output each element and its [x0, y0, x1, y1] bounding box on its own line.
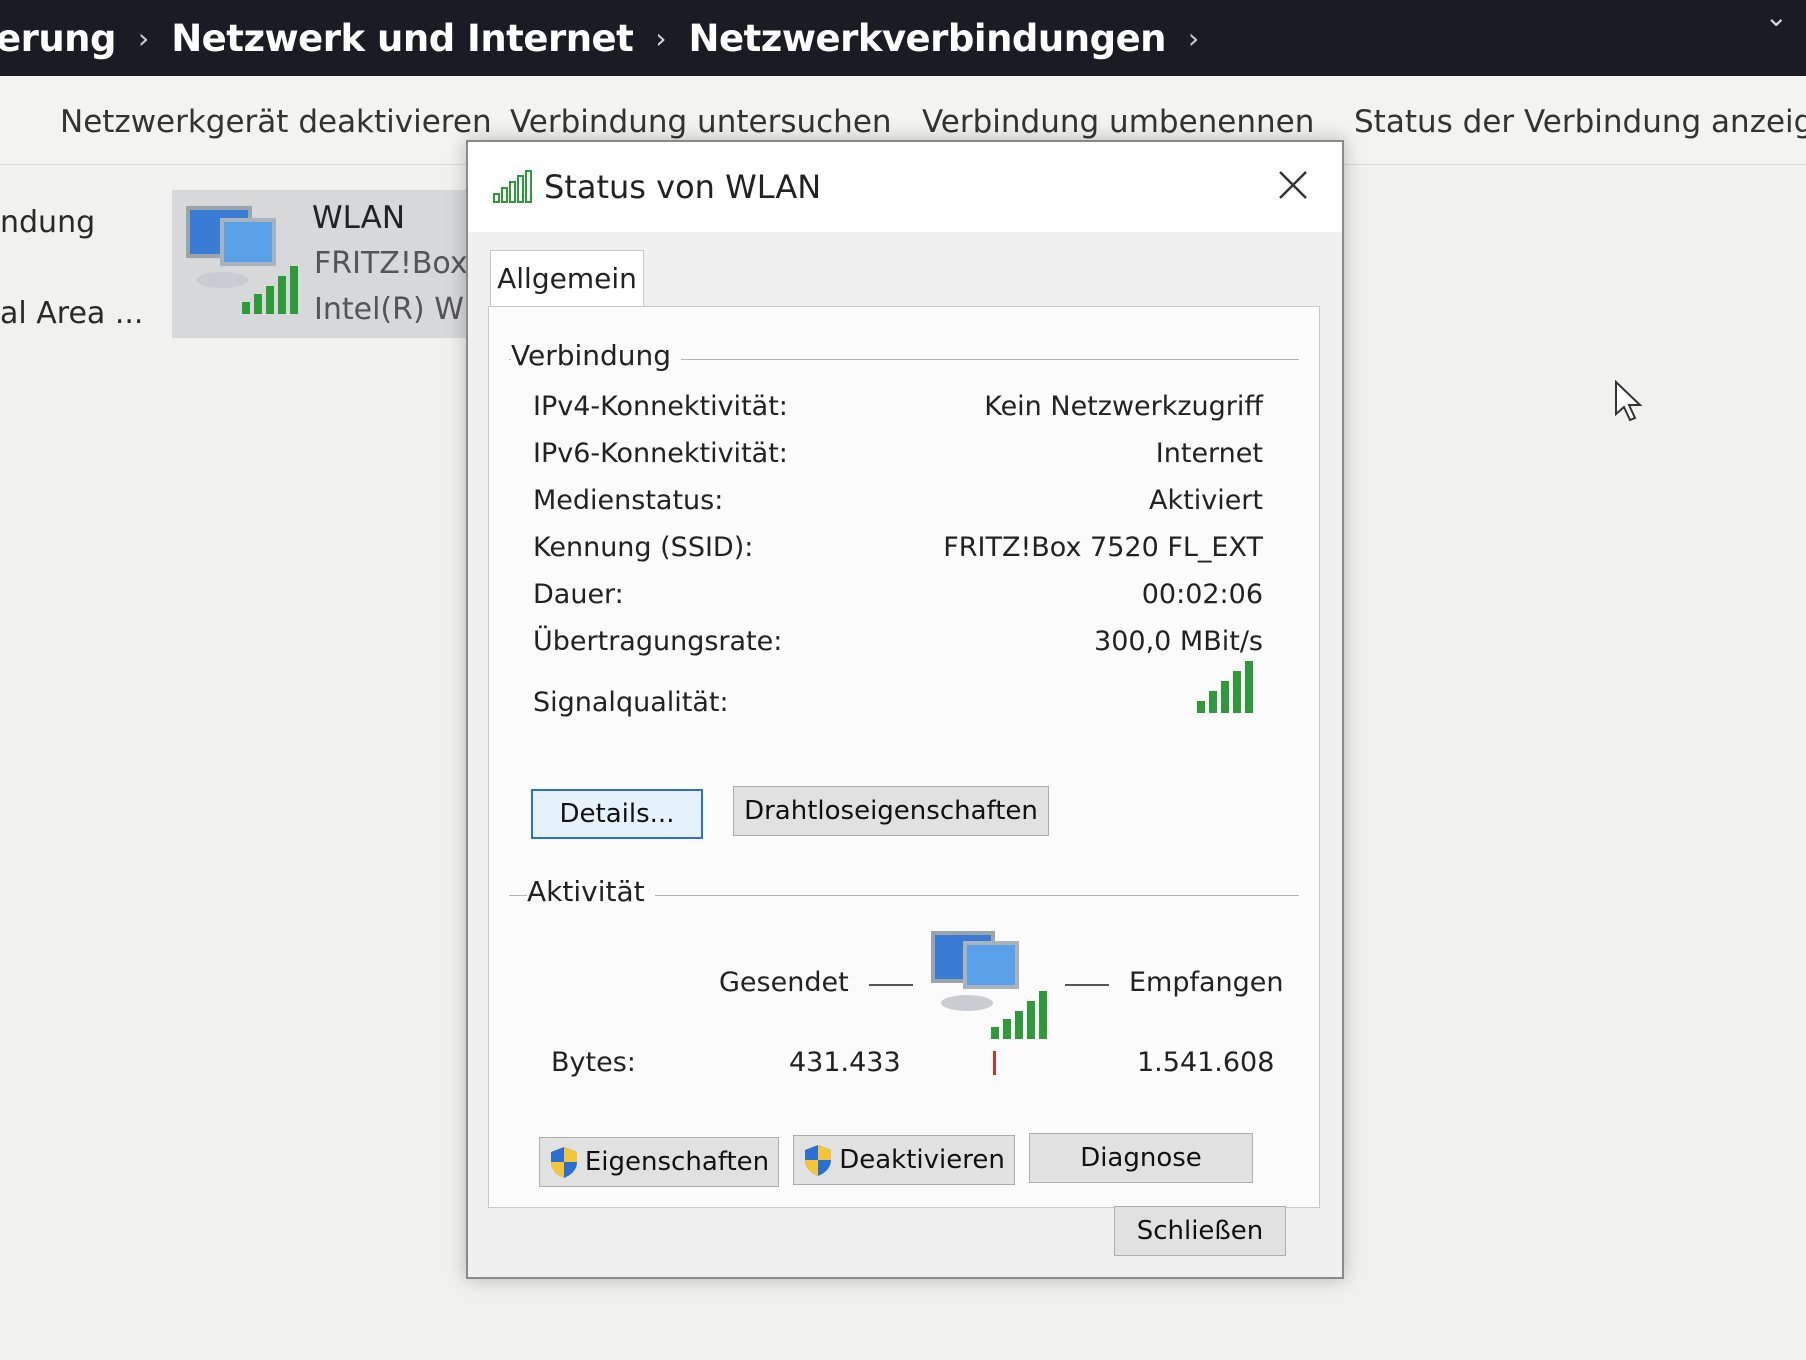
- bytes-sent-value: 431.433: [789, 1047, 901, 1078]
- dialog-titlebar[interactable]: Status von WLAN: [468, 142, 1342, 232]
- view-status-command[interactable]: Status der Verbindung anzeigen: [1354, 104, 1806, 140]
- signal-bar: [1197, 701, 1205, 713]
- breadcrumb-separator[interactable]: ›: [1188, 22, 1199, 55]
- connection-adapter: Intel(R) Wi-: [314, 292, 472, 327]
- received-line: [1065, 984, 1109, 986]
- ipv4-value: Kein Netzwerkzugriff: [984, 391, 1263, 422]
- list-item-label: ndung: [0, 205, 96, 240]
- diagnose-button[interactable]: Diagnose: [1029, 1133, 1253, 1183]
- address-bar[interactable]: erung › Netzwerk und Internet › Netzwerk…: [0, 0, 1806, 76]
- wlan-connection-item[interactable]: WLAN FRITZ!Box 7 Intel(R) Wi-: [172, 190, 472, 338]
- disable-device-command[interactable]: Netzwerkgerät deaktivieren: [60, 104, 492, 140]
- properties-button[interactable]: Eigenschaften: [539, 1137, 779, 1187]
- breadcrumb-item-network-connections[interactable]: Netzwerkverbindungen: [689, 17, 1167, 60]
- media-status-value: Aktiviert: [1149, 485, 1263, 516]
- ipv6-label: IPv6-Konnektivität:: [533, 438, 788, 469]
- diagnose-connection-command[interactable]: Verbindung untersuchen: [510, 104, 892, 140]
- duration-value: 00:02:06: [1141, 579, 1263, 610]
- rename-connection-command[interactable]: Verbindung umbenennen: [922, 104, 1314, 140]
- network-activity-icon: [931, 931, 1047, 1039]
- ssid-label: Kennung (SSID):: [533, 532, 754, 563]
- ssid-value: FRITZ!Box 7520 FL_EXT: [943, 532, 1263, 563]
- uac-shield-icon: [550, 1147, 577, 1178]
- media-status-label: Medienstatus:: [533, 485, 724, 516]
- breadcrumb-item-control-panel[interactable]: erung: [0, 17, 117, 60]
- connection-name: WLAN: [312, 200, 406, 236]
- close-icon[interactable]: [1268, 160, 1318, 210]
- connection-group-label: Verbindung: [511, 339, 682, 372]
- sent-label: Gesendet: [719, 967, 849, 998]
- details-button[interactable]: Details...: [531, 789, 703, 839]
- activity-group-label: Aktivität: [527, 875, 655, 908]
- wireless-properties-button[interactable]: Drahtloseigenschaften: [733, 786, 1049, 836]
- uac-shield-icon: [805, 1145, 832, 1176]
- connection-network: FRITZ!Box 7: [314, 246, 472, 281]
- tab-general[interactable]: Allgemein: [490, 250, 644, 307]
- received-label: Empfangen: [1129, 967, 1284, 998]
- wlan-status-dialog: Status von WLAN Allgemein Verbindung IPv…: [466, 140, 1344, 1279]
- network-computer-icon: [186, 206, 298, 314]
- disable-button-label: Deaktivieren: [839, 1145, 1005, 1175]
- signal-bar: [1209, 691, 1217, 713]
- list-item-label: al Area ...: [0, 296, 144, 331]
- signal-bar: [1245, 661, 1253, 713]
- duration-label: Dauer:: [533, 579, 624, 610]
- breadcrumb-separator: ›: [655, 21, 667, 55]
- disable-button[interactable]: Deaktivieren: [793, 1135, 1015, 1185]
- general-tab-panel: Verbindung IPv4-Konnektivität: Kein Netz…: [488, 306, 1320, 1208]
- signal-bar: [1233, 671, 1241, 713]
- signal-quality-icon: [1197, 661, 1253, 713]
- signal-strength-icon: [493, 170, 532, 203]
- activity-divider: [993, 1051, 996, 1075]
- bytes-label: Bytes:: [551, 1047, 636, 1078]
- chevron-down-icon[interactable]: ⌄: [1765, 0, 1788, 33]
- sent-line: [869, 984, 913, 986]
- properties-button-label: Eigenschaften: [584, 1147, 770, 1177]
- breadcrumb-item-network-internet[interactable]: Netzwerk und Internet: [171, 17, 634, 60]
- dialog-title: Status von WLAN: [544, 168, 822, 206]
- close-button[interactable]: Schließen: [1114, 1206, 1286, 1256]
- ipv4-label: IPv4-Konnektivität:: [533, 391, 788, 422]
- speed-label: Übertragungsrate:: [533, 626, 783, 657]
- mouse-cursor-icon: [1615, 380, 1643, 422]
- speed-value: 300,0 MBit/s: [1094, 626, 1263, 657]
- signal-quality-label: Signalqualität:: [533, 687, 729, 718]
- breadcrumb-separator: ›: [138, 21, 150, 55]
- ipv6-value: Internet: [1155, 438, 1263, 469]
- bytes-received-value: 1.541.608: [1137, 1047, 1275, 1078]
- signal-bar: [1221, 681, 1229, 713]
